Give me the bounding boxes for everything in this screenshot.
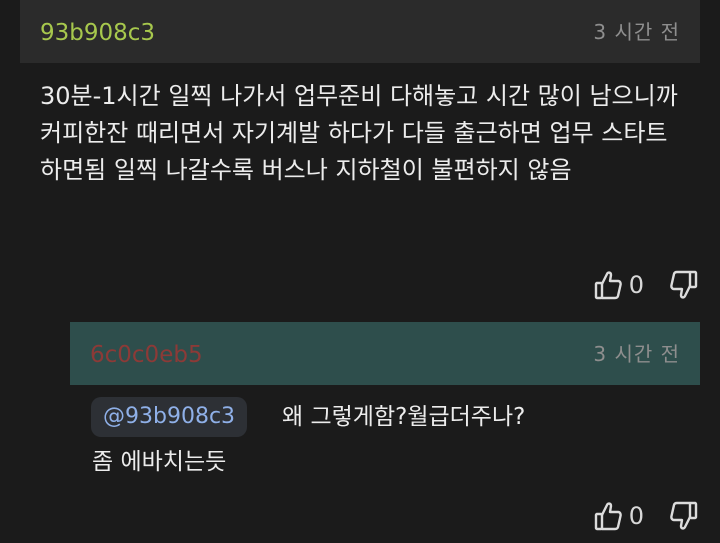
comment-author[interactable]: 93b908c3 <box>40 17 155 49</box>
thumbs-down-icon <box>670 501 698 531</box>
thumbs-up-icon <box>594 501 622 531</box>
comment-thread: 93b908c3 3 시간 전 30분-1시간 일찍 나가서 업무준비 다해놓고… <box>0 0 720 543</box>
reply-author[interactable]: 6c0c0eb5 <box>90 339 203 371</box>
mention-tag[interactable]: @93b908c3 <box>91 397 248 437</box>
reply-timestamp: 3 시간 전 <box>593 342 680 366</box>
like-button[interactable]: 0 <box>594 270 670 300</box>
dislike-button[interactable] <box>670 270 698 300</box>
like-count: 0 <box>628 271 644 299</box>
reply-reactions: 0 <box>594 499 698 533</box>
thumbs-down-icon <box>670 270 698 300</box>
comment-header: 93b908c3 3 시간 전 <box>20 0 700 63</box>
reply-like-button[interactable]: 0 <box>594 501 670 531</box>
reply-dislike-button[interactable] <box>670 501 698 531</box>
comment-timestamp: 3 시간 전 <box>593 20 680 44</box>
comment-body: 30분-1시간 일찍 나가서 업무준비 다해놓고 시간 많이 남으니까 커피한잔… <box>40 82 678 184</box>
reply-text-line-1: 왜 그렇게함?월급더주나? <box>282 404 526 430</box>
thumbs-up-icon <box>594 270 622 300</box>
reply-text-line-2: 좀 에바치는듯 <box>92 449 227 475</box>
comment-reactions: 0 <box>594 268 698 302</box>
reply-like-count: 0 <box>628 502 644 530</box>
reply-header: 6c0c0eb5 3 시간 전 <box>70 322 700 385</box>
